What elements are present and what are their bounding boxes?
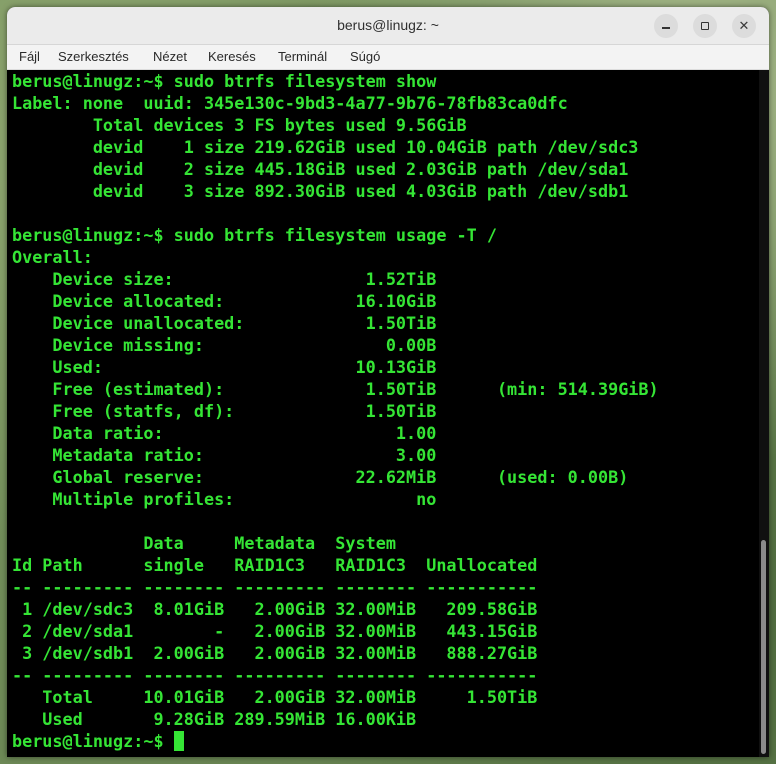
maximize-button[interactable]: [693, 14, 717, 38]
terminal-line: Free (statfs, df): 1.50TiB: [12, 401, 437, 421]
maximize-icon: [701, 22, 709, 30]
terminal-window: berus@linugz: ~ ✕ Fájl Szerkesztés Nézet…: [7, 7, 769, 757]
terminal-prompt-line[interactable]: berus@linugz:~$: [12, 730, 184, 752]
terminal-line: -- --------- -------- --------- --------…: [12, 577, 538, 597]
minimize-button[interactable]: [654, 14, 678, 38]
terminal-line: Device unallocated: 1.50TiB: [12, 313, 437, 333]
terminal-line: 1 /dev/sdc3 8.01GiB 2.00GiB 32.00MiB 209…: [12, 599, 538, 619]
menu-help[interactable]: Súgó: [350, 45, 380, 69]
terminal-line: Used: 10.13GiB: [12, 357, 437, 377]
terminal-line: Device size: 1.52TiB: [12, 269, 437, 289]
terminal-line: Total devices 3 FS bytes used 9.56GiB: [12, 115, 467, 135]
terminal-line: Device missing: 0.00B: [12, 335, 437, 355]
menu-search[interactable]: Keresés: [208, 45, 256, 69]
terminal-output[interactable]: berus@linugz:~$ sudo btrfs filesystem sh…: [7, 70, 759, 757]
terminal-line: Global reserve: 22.62MiB (used: 0.00B): [12, 467, 629, 487]
terminal-line: Total 10.01GiB 2.00GiB 32.00MiB 1.50TiB: [12, 687, 538, 707]
terminal-line: Used 9.28GiB 289.59MiB 16.00KiB: [12, 709, 417, 729]
terminal-line: Data Metadata System: [12, 533, 396, 553]
menu-view[interactable]: Nézet: [153, 45, 187, 69]
menubar: Fájl Szerkesztés Nézet Keresés Terminál …: [7, 45, 769, 70]
terminal-line: devid 2 size 445.18GiB used 2.03GiB path…: [12, 159, 629, 179]
terminal-line: Free (estimated): 1.50TiB (min: 514.39Gi…: [12, 379, 659, 399]
titlebar[interactable]: berus@linugz: ~ ✕: [7, 7, 769, 45]
terminal-line: Data ratio: 1.00: [12, 423, 437, 443]
terminal-scrollbar[interactable]: [759, 70, 769, 757]
terminal-line: berus@linugz:~$ sudo btrfs filesystem sh…: [12, 71, 437, 91]
terminal-line: Device allocated: 16.10GiB: [12, 291, 437, 311]
terminal-line: devid 3 size 892.30GiB used 4.03GiB path…: [12, 181, 629, 201]
minimize-icon: [662, 27, 670, 29]
scrollbar-thumb[interactable]: [761, 540, 766, 754]
terminal-line: berus@linugz:~$ sudo btrfs filesystem us…: [12, 225, 497, 245]
text-cursor: [173, 731, 184, 751]
terminal-line: Metadata ratio: 3.00: [12, 445, 437, 465]
menu-terminal[interactable]: Terminál: [278, 45, 327, 69]
close-icon: ✕: [738, 18, 750, 33]
terminal-line: 3 /dev/sdb1 2.00GiB 2.00GiB 32.00MiB 888…: [12, 643, 538, 663]
terminal-line: Overall:: [12, 247, 93, 267]
terminal-prompt: berus@linugz:~$: [12, 731, 174, 751]
terminal-line: devid 1 size 219.62GiB used 10.04GiB pat…: [12, 137, 639, 157]
menu-edit[interactable]: Szerkesztés: [58, 45, 129, 69]
terminal-line: Label: none uuid: 345e130c-9bd3-4a77-9b7…: [12, 93, 568, 113]
close-button[interactable]: ✕: [732, 14, 756, 38]
terminal-line: -- --------- -------- --------- --------…: [12, 665, 538, 685]
terminal-line: 2 /dev/sda1 - 2.00GiB 32.00MiB 443.15GiB: [12, 621, 538, 641]
terminal-line: Id Path single RAID1C3 RAID1C3 Unallocat…: [12, 555, 538, 575]
terminal-line: Multiple profiles: no: [12, 489, 437, 509]
menu-file[interactable]: Fájl: [19, 45, 40, 69]
